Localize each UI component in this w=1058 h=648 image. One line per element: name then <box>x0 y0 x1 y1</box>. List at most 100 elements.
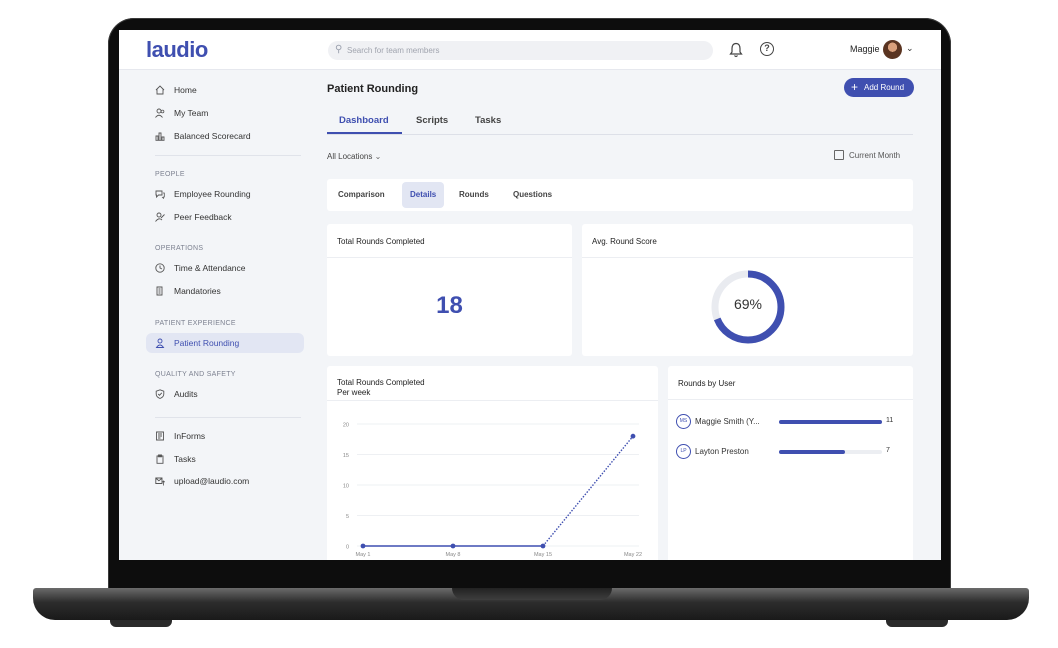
total-rounds-card: Total Rounds Completed 18 <box>327 224 572 356</box>
add-round-button[interactable]: + Add Round <box>844 78 914 97</box>
data-point <box>450 543 456 549</box>
add-round-label: Add Round <box>864 83 905 92</box>
x-tick-label: May 22 <box>624 552 642 558</box>
sidebar-item-mandatories[interactable]: Mandatories <box>146 281 304 301</box>
x-tick-label: May 8 <box>446 552 461 558</box>
card-title: Total Rounds Completed <box>337 378 425 387</box>
feedback-icon <box>155 212 165 222</box>
section-title-quality-safety: QUALITY AND SAFETY <box>155 371 236 378</box>
sidebar-item-patient-rounding[interactable]: Patient Rounding <box>146 333 304 353</box>
user-value: 7 <box>886 447 890 454</box>
sidebar-item-balanced-scorecard[interactable]: Balanced Scorecard <box>146 126 304 146</box>
sidebar-divider <box>155 417 301 418</box>
sidebar-item-label: Audits <box>174 389 198 399</box>
section-title-patient-experience: PATIENT EXPERIENCE <box>155 320 236 327</box>
sidebar-item-label: My Team <box>174 108 209 118</box>
sidebar-item-time-attendance[interactable]: Time & Attendance <box>146 258 304 278</box>
sidebar-item-home[interactable]: Home <box>146 80 304 100</box>
scorecard-icon <box>155 132 165 141</box>
document-icon <box>156 286 163 296</box>
sidebar-divider <box>155 155 301 156</box>
user-row[interactable]: MS Maggie Smith (Y... 11 <box>676 414 896 430</box>
search-icon: ⚲ <box>335 44 343 55</box>
subtab-rounds[interactable]: Rounds <box>451 182 497 208</box>
user-name[interactable]: Maggie <box>850 44 880 54</box>
sidebar-item-label: Peer Feedback <box>174 212 232 222</box>
chevron-down-icon[interactable]: ⌄ <box>906 43 914 54</box>
date-filter[interactable]: Current Month <box>834 150 900 160</box>
tab-dashboard[interactable]: Dashboard <box>339 115 389 126</box>
upload-mail-icon <box>155 477 165 486</box>
user-row[interactable]: LP Layton Preston 7 <box>676 444 896 460</box>
help-icon[interactable]: ? <box>760 42 774 56</box>
avg-score-card: Avg. Round Score 69% <box>582 224 913 356</box>
total-rounds-value: 18 <box>436 292 463 319</box>
user-initials: LP <box>676 444 691 459</box>
sidebar-item-label: Tasks <box>174 454 196 464</box>
laptop-foot <box>886 620 948 627</box>
search-box[interactable]: ⚲ <box>328 41 713 60</box>
score-donut: 69% <box>709 268 787 346</box>
team-icon <box>155 108 165 118</box>
shield-icon <box>155 389 165 399</box>
user-initials: MS <box>676 414 691 429</box>
tab-scripts[interactable]: Scripts <box>416 115 448 126</box>
sidebar-item-peer-feedback[interactable]: Peer Feedback <box>146 207 304 227</box>
sidebar-item-upload-email[interactable]: upload@laudio.com <box>146 471 304 491</box>
date-filter-label: Current Month <box>849 151 901 160</box>
card-title: Rounds by User <box>678 379 736 388</box>
tabs-divider <box>327 134 913 135</box>
sidebar: Home My Team Balanced Scorecard PEOPLE E… <box>119 70 319 560</box>
sidebar-item-label: Balanced Scorecard <box>174 131 251 141</box>
card-subtitle: Per week <box>337 388 371 397</box>
page-title: Patient Rounding <box>327 83 419 95</box>
sidebar-item-employee-rounding[interactable]: Employee Rounding <box>146 184 304 204</box>
tab-tasks[interactable]: Tasks <box>475 115 501 126</box>
sidebar-item-tasks[interactable]: Tasks <box>146 449 304 469</box>
section-title-operations: OPERATIONS <box>155 245 204 252</box>
card-divider <box>582 257 913 258</box>
x-tick-label: May 15 <box>534 552 552 558</box>
card-title: Total Rounds Completed <box>337 237 425 246</box>
sidebar-item-informs[interactable]: InForms <box>146 426 304 446</box>
main-content: Patient Rounding + Add Round Dashboard S… <box>319 70 941 560</box>
section-title-people: PEOPLE <box>155 171 185 178</box>
sidebar-item-audits[interactable]: Audits <box>146 384 304 404</box>
data-point <box>540 543 546 549</box>
app-screen: laudio ⚲ ? Maggie ⌄ Home My Team Balance… <box>119 30 941 560</box>
chevron-down-icon: ⌄ <box>374 152 382 161</box>
score-value: 69% <box>733 296 763 312</box>
location-filter-label: All Locations <box>327 152 373 161</box>
bell-icon[interactable] <box>729 42 743 58</box>
weekly-line-chart: 0 5 10 15 20 May 1 May 8 May 15 May 22 <box>343 423 642 559</box>
avatar[interactable] <box>883 40 902 59</box>
y-tick-label: 5 <box>346 514 349 520</box>
user-bar-fill <box>779 420 882 424</box>
y-tick-label: 20 <box>343 423 349 429</box>
sidebar-item-label: InForms <box>174 431 206 441</box>
location-filter[interactable]: All Locations ⌄ <box>327 152 381 161</box>
search-input[interactable] <box>347 41 697 60</box>
y-tick-label: 15 <box>343 453 349 459</box>
subtab-details[interactable]: Details <box>402 182 445 208</box>
clipboard-icon <box>156 454 164 464</box>
chat-icon <box>155 190 165 199</box>
top-bar: laudio ⚲ ? Maggie ⌄ <box>119 30 941 70</box>
sidebar-item-label: Mandatories <box>174 286 221 296</box>
weekly-rounds-card: Total Rounds Completed Per week 0 5 10 15 20… <box>327 366 658 560</box>
data-point <box>630 433 636 439</box>
user-name: Maggie Smith (Y... <box>695 417 760 426</box>
y-tick-label: 10 <box>343 484 349 490</box>
sidebar-item-label: Time & Attendance <box>174 263 246 273</box>
sidebar-item-label: upload@laudio.com <box>174 476 250 486</box>
laudio-logo[interactable]: laudio <box>146 37 208 63</box>
card-divider <box>327 257 572 258</box>
x-tick-label: May 1 <box>356 552 371 558</box>
sidebar-item-my-team[interactable]: My Team <box>146 103 304 123</box>
sidebar-item-label: Home <box>174 85 197 95</box>
subtab-bar: Comparison Details Rounds Questions <box>327 179 913 211</box>
calendar-icon <box>834 150 844 160</box>
y-tick-label: 0 <box>346 545 349 551</box>
subtab-questions[interactable]: Questions <box>505 182 560 208</box>
subtab-comparison[interactable]: Comparison <box>330 182 393 208</box>
